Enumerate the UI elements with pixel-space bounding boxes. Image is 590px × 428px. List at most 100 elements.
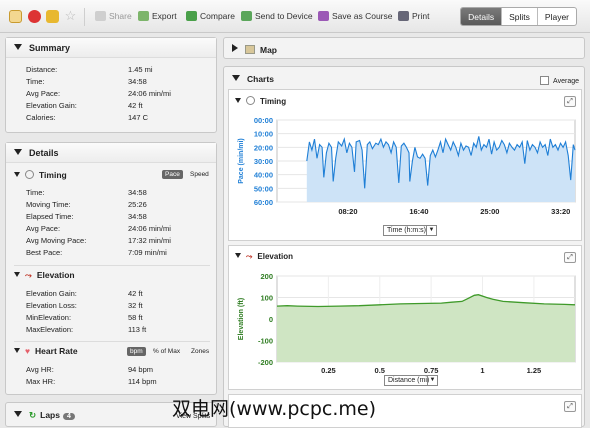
elevation-chart-card: ⤳ Elevation ⤢ 200 100 0 -100 -200 0.25 0.5 0.75 1… bbox=[228, 245, 582, 390]
expand-chart-button[interactable]: ⤢ bbox=[564, 96, 576, 107]
summary-value: 147 C bbox=[128, 113, 149, 122]
collapse-icon bbox=[14, 272, 20, 277]
expand-chart-button[interactable]: ⤢ bbox=[564, 401, 576, 412]
summary-value: 24:06 min/mi bbox=[128, 89, 171, 98]
elevation-value: 58 ft bbox=[128, 313, 143, 322]
timing-chart: 00:00 10:00 20:00 30:00 40:00 50:00 60:00 08:20… bbox=[238, 116, 576, 216]
speed-toggle[interactable]: Speed bbox=[187, 170, 212, 179]
y-tick-label: 30:00 bbox=[254, 157, 273, 166]
export-button[interactable]: Export bbox=[138, 11, 177, 21]
timing-chart-card: Timing ⤢ 00:00 10:00 20:00 30:00 40:00 50:00 6… bbox=[228, 89, 582, 241]
summary-header[interactable]: Summary bbox=[6, 38, 216, 58]
summary-label: Elevation Gain: bbox=[26, 101, 77, 110]
star-icon[interactable]: ☆ bbox=[64, 9, 77, 23]
export-label: Export bbox=[152, 11, 177, 21]
timing-value: 34:58 bbox=[128, 188, 147, 197]
summary-label: Avg Pace: bbox=[26, 89, 61, 98]
x-tick-label: 0.5 bbox=[375, 366, 385, 375]
divider bbox=[14, 265, 210, 266]
timing-chart-header[interactable]: Timing bbox=[235, 96, 286, 106]
timing-value: 25:26 bbox=[128, 200, 147, 209]
print-icon bbox=[398, 11, 409, 21]
y-tick-label: 60:00 bbox=[254, 198, 273, 207]
summary-label: Distance: bbox=[26, 65, 58, 74]
y-tick-label: 10:00 bbox=[254, 130, 273, 139]
y-tick-label: 50:00 bbox=[254, 184, 273, 193]
collapse-icon bbox=[14, 149, 22, 155]
laps-title: Laps bbox=[40, 410, 60, 420]
edit-icon[interactable] bbox=[9, 10, 22, 23]
summary-label: Time: bbox=[26, 77, 45, 86]
print-button[interactable]: Print bbox=[398, 11, 429, 21]
collapse-icon bbox=[14, 411, 22, 417]
expand-chart-button[interactable]: ⤢ bbox=[564, 252, 576, 263]
y-tick-label: 20:00 bbox=[254, 143, 273, 152]
elevation-value: 32 ft bbox=[128, 301, 143, 310]
hr-label: Max HR: bbox=[26, 377, 56, 386]
y-axis-label: Pace (min/mi) bbox=[238, 138, 245, 184]
percent-max-toggle[interactable]: % of Max bbox=[150, 347, 183, 356]
summary-panel: Summary Distance: 1.45 mi Time: 34:58 Av… bbox=[5, 37, 217, 133]
chevron-down-icon: ▼ bbox=[427, 376, 437, 385]
collapse-icon bbox=[235, 98, 241, 103]
y-tick-label: 100 bbox=[260, 294, 273, 303]
y-tick-label: 0 bbox=[269, 315, 273, 324]
tab-player[interactable]: Player bbox=[536, 8, 576, 25]
elevation-x-axis-select[interactable]: Distance (mi) ▼ bbox=[384, 375, 438, 386]
compare-icon bbox=[186, 11, 197, 21]
compare-button[interactable]: Compare bbox=[186, 11, 235, 21]
charts-header[interactable]: Charts bbox=[232, 74, 274, 84]
details-header[interactable]: Details bbox=[6, 143, 216, 163]
hr-label: Avg HR: bbox=[26, 365, 54, 374]
clock-icon bbox=[25, 170, 34, 179]
map-header[interactable]: Map bbox=[232, 44, 277, 55]
share-button[interactable]: Share bbox=[95, 11, 132, 21]
send-to-device-label: Send to Device bbox=[255, 11, 313, 21]
y-tick-label: 200 bbox=[260, 272, 273, 281]
elevation-chart-title: Elevation bbox=[257, 252, 293, 261]
details-panel: Details Timing Pace Speed Time: 34:58 Mo… bbox=[5, 142, 217, 395]
bpm-toggle[interactable]: bpm bbox=[127, 347, 146, 356]
save-as-course-button[interactable]: Save as Course bbox=[318, 11, 392, 21]
laps-count-badge: 4 bbox=[62, 413, 75, 420]
timing-header[interactable]: Timing bbox=[14, 170, 67, 180]
print-label: Print bbox=[412, 11, 430, 21]
timing-chart-title: Timing bbox=[260, 97, 287, 106]
timing-value: 34:58 bbox=[128, 212, 147, 221]
hr-value: 114 bpm bbox=[128, 377, 157, 386]
timing-x-axis-label: Time (h:m:s) bbox=[387, 227, 427, 234]
x-tick-label: 16:40 bbox=[409, 207, 428, 216]
map-title: Map bbox=[260, 45, 277, 55]
x-tick-label: 33:20 bbox=[551, 207, 570, 216]
elevation-title: Elevation bbox=[36, 270, 75, 280]
timing-value: 7:09 min/mi bbox=[128, 248, 167, 257]
export-icon bbox=[138, 11, 149, 21]
heart-rate-header[interactable]: ♥ Heart Rate bbox=[14, 346, 78, 356]
elevation-label: MaxElevation: bbox=[26, 325, 74, 334]
toolbar: ☆ Share Export Compare Send to Device Sa… bbox=[0, 0, 590, 33]
hr-value: 94 bpm bbox=[128, 365, 154, 374]
charts-panel: Charts Average Timing ⤢ 00:00 10:00 20:00 3… bbox=[223, 66, 585, 428]
delete-icon[interactable] bbox=[28, 10, 41, 23]
elevation-header[interactable]: ⤳ Elevation bbox=[14, 270, 75, 281]
tab-splits[interactable]: Splits bbox=[501, 8, 537, 25]
zones-toggle[interactable]: Zones bbox=[188, 347, 212, 356]
send-to-device-button[interactable]: Send to Device bbox=[241, 11, 313, 21]
elevation-chart: 200 100 0 -100 -200 0.25 0.5 0.75 1 1.25 Elevation… bbox=[238, 272, 576, 375]
average-toggle[interactable]: Average bbox=[540, 76, 579, 85]
elevation-value: 42 ft bbox=[128, 289, 143, 298]
pace-toggle[interactable]: Pace bbox=[162, 170, 183, 179]
laps-icon: ↻ bbox=[29, 410, 37, 420]
lock-icon[interactable] bbox=[46, 10, 59, 23]
x-tick-label: 08:20 bbox=[338, 207, 357, 216]
laps-header[interactable]: ↻ Laps 4 bbox=[14, 410, 75, 421]
timing-x-axis-select[interactable]: Time (h:m:s) ▼ bbox=[383, 225, 437, 236]
collapse-icon bbox=[232, 75, 240, 81]
tab-details[interactable]: Details bbox=[461, 8, 502, 25]
summary-value: 34:58 bbox=[128, 77, 147, 86]
average-checkbox[interactable] bbox=[540, 76, 550, 85]
elevation-chart-header[interactable]: ⤳ Elevation bbox=[235, 252, 293, 262]
timing-label: Avg Moving Pace: bbox=[26, 236, 87, 245]
expand-icon bbox=[232, 44, 238, 52]
chevron-down-icon: ▼ bbox=[426, 226, 436, 235]
